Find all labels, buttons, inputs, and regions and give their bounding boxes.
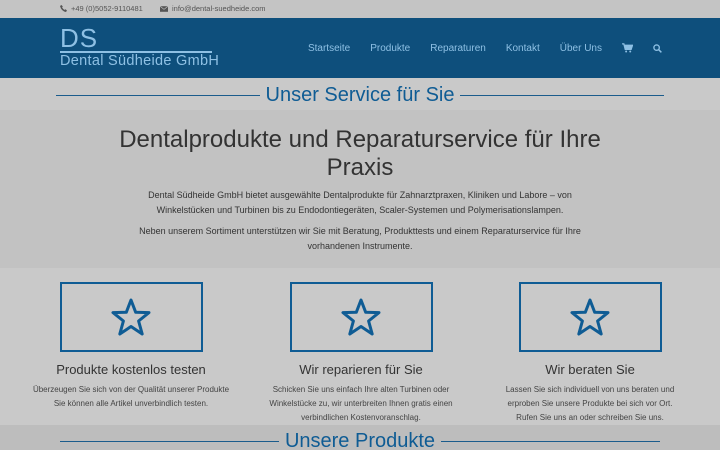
phone-icon: [60, 5, 67, 12]
service-section-title: Unser Service für Sie: [265, 83, 455, 106]
intro-paragraph-1: Dental Südheide GmbH bietet ausgewählte …: [148, 190, 572, 215]
feature-card-repair: Wir reparieren für Sie Schicken Sie uns …: [261, 282, 461, 425]
nav-item-ueber-uns[interactable]: Über Uns: [560, 43, 602, 54]
feature-title: Wir reparieren für Sie: [299, 362, 423, 377]
logo-initials: DS: [60, 23, 99, 53]
site-header: DS Dental Südheide GmbH Startseite Produ…: [0, 18, 720, 78]
intro-heading: Dentalprodukte und Reparaturservice für …: [119, 126, 601, 181]
feature-text-line-1: Lassen Sie sich individuell von uns bera…: [505, 385, 675, 408]
feature-card-test: Produkte kostenlos testen Überzeugen Sie…: [31, 282, 231, 411]
feature-text: Überzeugen Sie sich von der Qualität uns…: [31, 383, 231, 411]
star-icon: [111, 298, 151, 336]
feature-icon-box: [59, 282, 203, 352]
nav-item-reparaturen[interactable]: Reparaturen: [430, 43, 486, 54]
feature-title: Wir beraten Sie: [545, 362, 635, 377]
heading-rule-right: [441, 440, 661, 442]
star-icon: [341, 298, 381, 336]
feature-text: Lassen Sie sich individuell von uns bera…: [490, 383, 690, 425]
email-contact[interactable]: info@dental-suedheide.com: [160, 4, 266, 13]
main-navigation: Startseite Produkte Reparaturen Kontakt …: [308, 18, 662, 78]
heading-rule-left: [55, 94, 260, 96]
logo-company-name: Dental Südheide GmbH: [60, 53, 220, 69]
heading-rule-right: [460, 94, 665, 96]
feature-text: Schicken Sie uns einfach Ihre alten Turb…: [269, 385, 453, 422]
feature-text-line-2: Sie können alle Artikel unverbindlich te…: [53, 399, 209, 408]
envelope-icon: [160, 5, 168, 12]
feature-icon-box: [289, 282, 433, 352]
feature-text-line-1: Überzeugen Sie sich von der Qualität uns…: [32, 385, 230, 394]
phone-contact[interactable]: +49 (0)5052-9110481: [60, 4, 143, 13]
phone-number: +49 (0)5052-9110481: [71, 4, 143, 13]
products-section-heading: Unsere Produkte: [0, 428, 720, 450]
cart-icon[interactable]: [622, 43, 633, 53]
intro-section: Dentalprodukte und Reparaturservice für …: [0, 110, 720, 268]
nav-item-startseite[interactable]: Startseite: [308, 43, 350, 54]
products-section-title: Unsere Produkte: [284, 429, 436, 450]
feature-text-line-2: Rufen Sie uns an oder schreiben Sie uns.: [516, 413, 664, 422]
intro-paragraph-2: Neben unserem Sortiment unterstützen wir…: [139, 226, 581, 251]
feature-title: Produkte kostenlos testen: [56, 362, 206, 377]
site-logo[interactable]: DS Dental Südheide GmbH: [60, 25, 219, 69]
top-contact-bar: +49 (0)5052-9110481 info@dental-suedheid…: [0, 0, 720, 18]
search-icon[interactable]: [653, 43, 662, 53]
email-address: info@dental-suedheide.com: [172, 4, 266, 13]
service-section-heading: Unser Service für Sie: [0, 82, 720, 108]
feature-icon-box: [518, 282, 662, 352]
feature-card-advice: Wir beraten Sie Lassen Sie sich individu…: [490, 282, 690, 425]
heading-rule-left: [59, 440, 279, 442]
nav-item-produkte[interactable]: Produkte: [370, 43, 410, 54]
nav-item-kontakt[interactable]: Kontakt: [506, 43, 540, 54]
star-icon: [570, 298, 610, 336]
features-section: Produkte kostenlos testen Überzeugen Sie…: [0, 268, 720, 428]
